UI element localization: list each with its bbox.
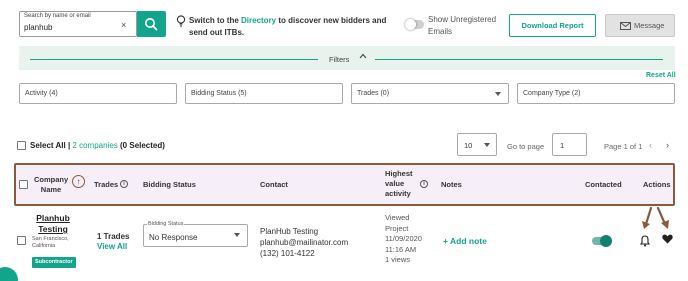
company-name-link[interactable]: Planhub Testing xyxy=(32,213,74,235)
search-icon xyxy=(145,18,158,31)
column-actions: Actions xyxy=(643,180,671,189)
help-widget-icon[interactable] xyxy=(0,267,18,281)
select-all-text[interactable]: Select All | xyxy=(30,141,70,150)
bidding-status-legend: Bidding Status xyxy=(147,221,185,227)
bell-icon[interactable] xyxy=(639,235,651,249)
column-highest-value-activity: Highest value activity xyxy=(385,169,413,198)
contact-info: PlanHub Testing planhub@mailinator.com (… xyxy=(260,226,348,259)
download-report-button[interactable]: Download Report xyxy=(509,14,596,37)
activity-filter-label: Activity (4) xyxy=(25,90,58,97)
message-button[interactable]: Message xyxy=(605,14,675,37)
search-value[interactable]: planhub xyxy=(24,23,52,32)
company-type-badge: Subcontractor xyxy=(32,257,76,268)
filters-label: Filters xyxy=(329,55,350,64)
info-icon[interactable]: i xyxy=(420,180,428,188)
page-of-label: Page 1 of 1 xyxy=(604,142,643,151)
search-button[interactable] xyxy=(137,11,166,37)
filters-divider-right xyxy=(375,59,663,60)
column-notes: Notes xyxy=(441,180,462,189)
select-all-label: Select All | 2 companies (0 Selected) xyxy=(30,141,165,150)
bidding-status-filter-label: Bidding Status (5) xyxy=(191,90,247,97)
row-checkbox[interactable] xyxy=(17,236,26,245)
contact-email: planhub@mailinator.com xyxy=(260,238,349,247)
activity-line-1: Viewed xyxy=(385,213,410,222)
contact-name: PlanHub Testing xyxy=(260,227,319,236)
activity-views: 1 views xyxy=(385,255,411,264)
company-type-filter-label: Company Type (2) xyxy=(523,90,581,97)
contacted-toggle[interactable] xyxy=(592,235,612,247)
directory-tip: Switch to the Directory to discover new … xyxy=(189,15,399,39)
message-label: Message xyxy=(634,21,665,30)
column-bidding-status: Bidding Status xyxy=(143,180,196,189)
contact-phone: (132) 101-4122 xyxy=(260,249,315,258)
annotation-arrow-icon xyxy=(642,207,653,229)
trades-count: 1 Trades xyxy=(97,232,130,241)
bidding-status-value: No Response xyxy=(149,233,198,242)
goto-page-value: 1 xyxy=(560,141,565,150)
reset-all-link[interactable]: Reset All xyxy=(646,72,676,79)
heart-icon[interactable] xyxy=(662,234,673,247)
bidding-status-filter[interactable]: Bidding Status (5) xyxy=(185,83,343,104)
goto-page-label: Go to page xyxy=(507,142,545,151)
add-note-button[interactable]: + Add note xyxy=(443,236,487,246)
activity-line-2: Project xyxy=(385,223,409,233)
next-page-icon[interactable]: › xyxy=(666,140,669,150)
column-contact: Contact xyxy=(260,180,288,189)
filters-divider-left xyxy=(30,59,318,60)
chevron-up-icon[interactable] xyxy=(359,52,367,61)
envelope-icon xyxy=(620,22,631,30)
activity-filter[interactable]: Activity (4) xyxy=(19,83,177,104)
clear-search-icon[interactable]: × xyxy=(121,20,126,30)
highest-activity: Viewed Project 11/09/2020 11:16 AM 1 vie… xyxy=(385,213,422,266)
toggle-knob xyxy=(405,19,416,30)
search-label: Search by name or email xyxy=(24,13,91,19)
selected-count: (0 Selected) xyxy=(120,141,165,150)
activity-time: 11:16 AM xyxy=(385,244,417,254)
view-all-link[interactable]: View All xyxy=(97,242,127,251)
trades-filter[interactable]: Trades (0) xyxy=(351,83,509,104)
show-unregistered-toggle[interactable] xyxy=(405,19,424,30)
company-location: San Francisco, California xyxy=(32,236,69,249)
info-icon[interactable]: i xyxy=(120,180,128,188)
select-all-checkbox[interactable] xyxy=(17,141,26,150)
header-checkbox[interactable] xyxy=(19,180,28,189)
directory-link[interactable]: Directory xyxy=(241,16,276,25)
chevron-down-icon xyxy=(495,92,501,96)
tip-prefix: Switch to the xyxy=(189,16,241,25)
chevron-down-icon xyxy=(234,233,240,237)
lightbulb-icon xyxy=(176,15,186,30)
activity-date: 11/09/2020 xyxy=(385,234,422,243)
chevron-down-icon xyxy=(484,143,490,147)
column-company-name[interactable]: Company Name xyxy=(34,175,68,195)
toggle-knob xyxy=(600,235,612,247)
show-unregistered-label: Show Unregistered Emails xyxy=(428,15,497,36)
goto-page-input[interactable]: 1 xyxy=(552,133,587,156)
companies-count[interactable]: 2 companies xyxy=(72,141,117,150)
per-page-value: 10 xyxy=(464,141,473,150)
column-contacted: Contacted xyxy=(585,180,622,189)
per-page-select[interactable]: 10 xyxy=(457,133,497,156)
trades-filter-label: Trades (0) xyxy=(357,90,390,97)
company-type-filter[interactable]: Company Type (2) xyxy=(517,83,675,104)
prev-page-icon[interactable]: ‹ xyxy=(649,140,652,150)
sort-ascending-icon[interactable]: ↑ xyxy=(72,175,85,188)
column-trades: Trades xyxy=(94,180,119,189)
annotation-arrow-icon xyxy=(656,207,669,229)
